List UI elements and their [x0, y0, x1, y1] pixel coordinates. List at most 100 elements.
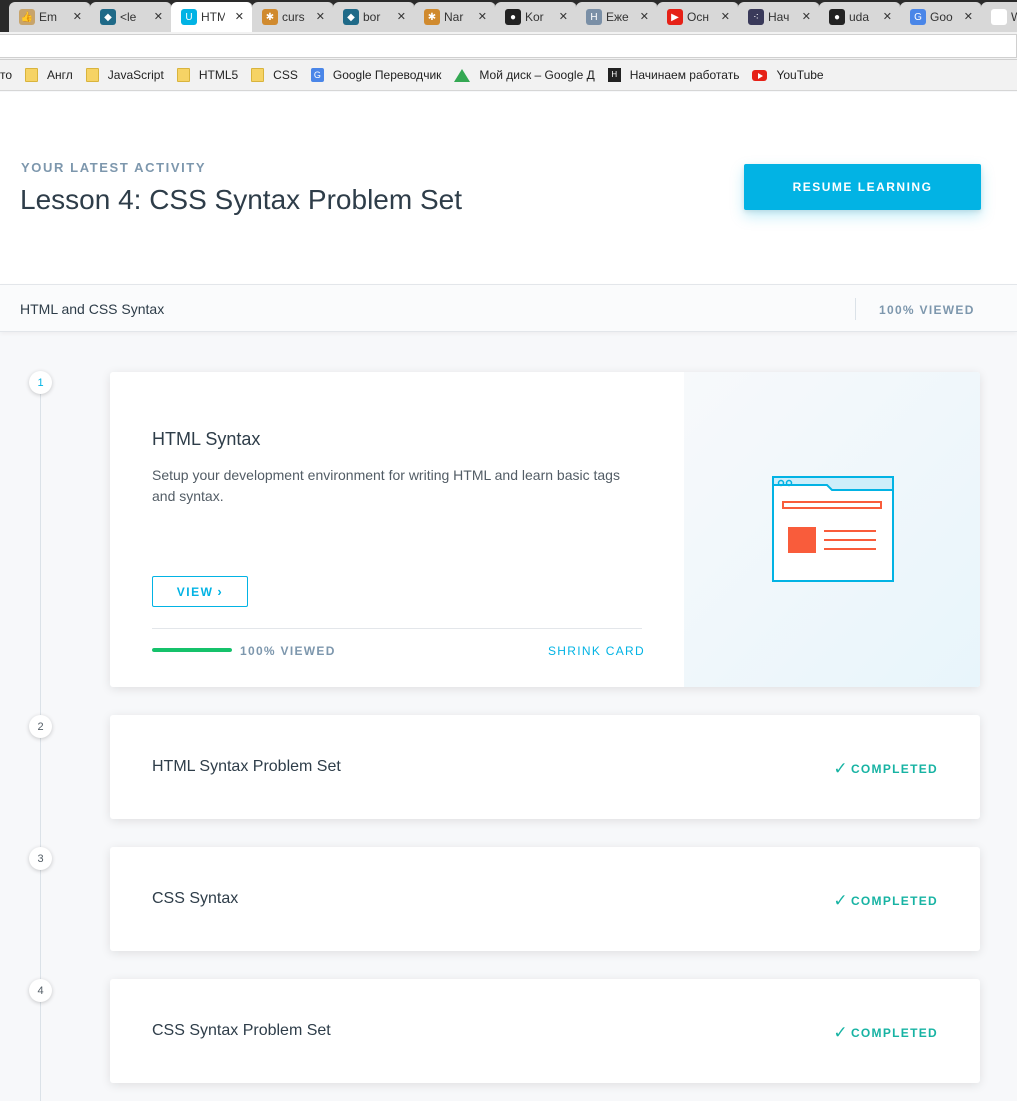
bookmark-item[interactable]: YouTube — [752, 68, 824, 82]
close-tab-icon[interactable]: ✕ — [802, 10, 811, 23]
timeline-node-2[interactable]: 2 — [29, 715, 52, 738]
tab-favicon-icon: ✱ — [424, 9, 440, 25]
tab-title: Еже — [606, 10, 629, 24]
browser-tab-9[interactable]: ▶ Осн ✕ — [657, 2, 739, 32]
close-tab-icon[interactable]: ✕ — [964, 10, 973, 23]
browser-tab-13[interactable]: ▯ Wri — [981, 2, 1017, 32]
progress-bar-fill — [152, 648, 232, 652]
browser-tab-1[interactable]: 👍 Em ✕ — [9, 2, 91, 32]
yt-icon — [752, 69, 768, 81]
tab-title: bor — [363, 10, 381, 24]
folder-icon — [176, 68, 190, 82]
concept-title: CSS Syntax Problem Set — [152, 1022, 331, 1039]
tab-title: Осн — [687, 10, 709, 24]
bookmark-label: CSS — [273, 68, 298, 82]
browser-tab-11[interactable]: ● uda ✕ — [819, 2, 901, 32]
shrink-card-link[interactable]: SHRINK CARD — [548, 644, 645, 658]
completed-label: COMPLETED — [850, 762, 938, 776]
gtrans-icon: G — [310, 68, 324, 82]
lesson-subbar: HTML and CSS Syntax 100% VIEWED — [0, 284, 1017, 332]
concept-description: Setup your development environment for w… — [152, 467, 620, 504]
tab-favicon-icon: ● — [505, 9, 521, 25]
gdrive-icon — [454, 68, 471, 82]
tab-title: Goo — [930, 10, 953, 24]
tab-favicon-icon: ▶ — [667, 9, 683, 25]
lesson-title: Lesson 4: CSS Syntax Problem Set — [20, 184, 462, 215]
close-tab-icon[interactable]: ✕ — [397, 10, 406, 23]
browser-tab-4[interactable]: ✱ curs ✕ — [252, 2, 334, 32]
bookmark-label: Англ — [47, 68, 73, 82]
browser-tab-6[interactable]: ✱ Nar ✕ — [414, 2, 496, 32]
close-tab-icon[interactable]: ✕ — [559, 10, 568, 23]
tab-favicon-icon: ✱ — [262, 9, 278, 25]
bookmark-item[interactable]: G Google Переводчик — [310, 68, 442, 82]
close-tab-icon[interactable]: ✕ — [316, 10, 325, 23]
tab-favicon-icon: ⁖ — [748, 9, 764, 25]
ht-icon: H — [607, 68, 621, 82]
timeline-node-3[interactable]: 3 — [29, 847, 52, 870]
tab-title: uda — [849, 10, 870, 24]
close-tab-icon[interactable]: ✕ — [640, 10, 649, 23]
progress-bar — [152, 648, 232, 652]
checkmark-icon: ✓ — [833, 1023, 849, 1042]
subbar-divider — [855, 298, 856, 320]
close-tab-icon[interactable]: ✕ — [478, 10, 487, 23]
bookmark-label: Google Переводчик — [332, 68, 442, 82]
browser-tab-10[interactable]: ⁖ Нач ✕ — [738, 2, 820, 32]
bookmark-item[interactable]: CSS — [251, 68, 298, 82]
url-field[interactable] — [0, 34, 1017, 58]
tab-favicon-icon: ◆ — [343, 9, 359, 25]
chevron-right-icon: › — [217, 584, 224, 599]
bookmark-item[interactable]: HTML5 — [176, 68, 238, 82]
completed-status: ✓ COMPLETED — [833, 1023, 938, 1043]
tab-favicon-icon: U — [181, 9, 197, 25]
timeline-node-4[interactable]: 4 — [29, 979, 52, 1002]
bookmark-item[interactable]: H Начинаем работать — [607, 68, 739, 82]
browser-tab-8[interactable]: H Еже ✕ — [576, 2, 658, 32]
browser-window-illustration-icon — [772, 476, 894, 582]
browser-tab-2[interactable]: ◆ <le ✕ — [90, 2, 172, 32]
checkmark-icon: ✓ — [833, 759, 849, 778]
bookmarks-bar: то Англ JavaScript HTML5 CSS G Google Переводч… — [0, 60, 1017, 91]
concept-card-html-syntax-problem-set[interactable]: HTML Syntax Problem Set ✓ COMPLETED — [110, 715, 980, 819]
tab-favicon-icon: ◆ — [100, 9, 116, 25]
concept-illustration-pane — [684, 372, 980, 687]
concept-card-html-syntax: HTML Syntax Setup your development envir… — [110, 372, 980, 687]
bookmark-item[interactable]: Англ — [25, 68, 73, 82]
bookmark-item[interactable]: Мой диск – Google Д — [454, 68, 595, 82]
concept-title: CSS Syntax — [152, 890, 239, 907]
tab-favicon-icon: ● — [829, 9, 845, 25]
browser-tab-5[interactable]: ◆ bor ✕ — [333, 2, 415, 32]
browser-tab-3[interactable]: U HTM ✕ — [171, 2, 253, 32]
browser-tab-7[interactable]: ● Kor ✕ — [495, 2, 577, 32]
bookmark-item[interactable]: JavaScript — [85, 68, 164, 82]
close-tab-icon[interactable]: ✕ — [154, 10, 163, 23]
resume-learning-button[interactable]: RESUME LEARNING — [744, 164, 981, 210]
course-name: HTML and CSS Syntax — [20, 301, 165, 317]
completed-label: COMPLETED — [850, 1026, 938, 1040]
tab-favicon-icon: ▯ — [991, 9, 1007, 25]
completed-status: ✓ COMPLETED — [833, 759, 938, 779]
close-tab-icon[interactable]: ✕ — [883, 10, 892, 23]
concept-title: HTML Syntax Problem Set — [152, 758, 341, 775]
close-tab-icon[interactable]: ✕ — [235, 10, 244, 23]
tab-title: Em — [39, 10, 57, 24]
view-button-label: VIEW — [176, 584, 214, 599]
tab-favicon-icon: H — [586, 9, 602, 25]
browser-tab-strip: 👍 Em ✕ ◆ <le ✕ U HTM ✕ ✱ curs ✕ ◆ bor ✕ ✱ Nar ✕ ● Kor ✕ H Еже ✕… — [0, 0, 1017, 32]
close-tab-icon[interactable]: ✕ — [721, 10, 730, 23]
browser-tab-12[interactable]: G Goo ✕ — [900, 2, 982, 32]
checkmark-icon: ✓ — [833, 891, 849, 910]
timeline-node-1[interactable]: 1 — [29, 371, 52, 394]
bookmark-label: Мой диск – Google Д — [479, 68, 595, 82]
view-button[interactable]: VIEW › — [152, 576, 248, 607]
concept-title: HTML Syntax — [152, 429, 261, 449]
tab-title: Nar — [444, 10, 464, 24]
tab-title: curs — [282, 10, 305, 24]
bookmark-item[interactable]: то — [0, 68, 12, 82]
completed-label: COMPLETED — [850, 894, 938, 908]
concept-card-css-syntax-problem-set[interactable]: CSS Syntax Problem Set ✓ COMPLETED — [110, 979, 980, 1083]
tab-title: Wri — [1011, 10, 1017, 24]
close-tab-icon[interactable]: ✕ — [73, 10, 82, 23]
concept-card-css-syntax[interactable]: CSS Syntax ✓ COMPLETED — [110, 847, 980, 951]
